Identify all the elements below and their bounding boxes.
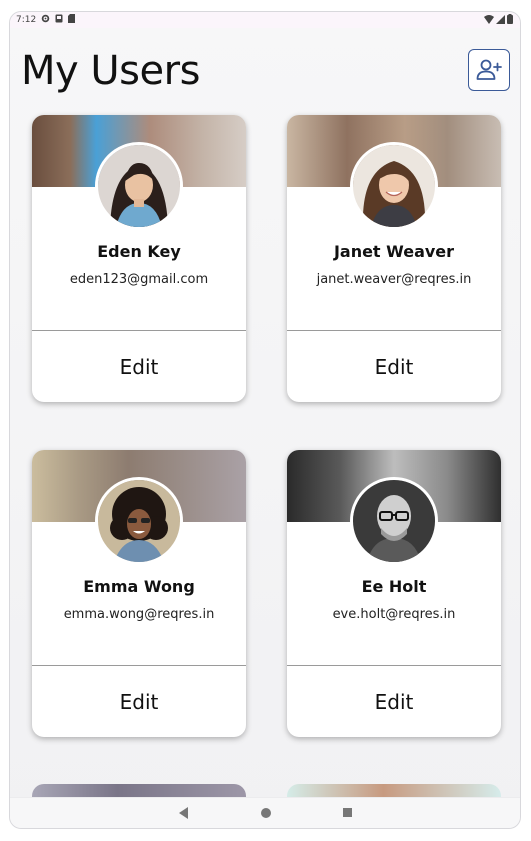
avatar (350, 142, 438, 230)
user-name: Emma Wong (83, 577, 195, 596)
user-name: Eden Key (97, 242, 181, 261)
status-bar: 7:12 (10, 12, 520, 28)
edit-button[interactable]: Edit (32, 331, 246, 402)
sd-card-icon (68, 14, 75, 23)
battery-icon (507, 14, 513, 24)
home-circle-icon[interactable] (261, 808, 271, 818)
notification-icon (55, 14, 63, 23)
signal-icon (496, 14, 505, 24)
user-name: Janet Weaver (333, 242, 455, 261)
edit-button[interactable]: Edit (287, 666, 501, 737)
user-card: Emma Wong emma.wong@reqres.in Edit (32, 450, 246, 737)
back-triangle-icon[interactable] (179, 807, 188, 819)
settings-icon (41, 14, 50, 23)
user-card: Ee Holt eve.holt@reqres.in Edit (287, 450, 501, 737)
user-email: emma.wong@reqres.in (63, 607, 215, 622)
edit-button[interactable]: Edit (32, 666, 246, 737)
avatar (350, 477, 438, 565)
avatar (95, 477, 183, 565)
wifi-icon (484, 14, 494, 24)
device-screen: 7:12 My Users Eden Key eden123@gmail.com… (9, 11, 521, 829)
person-add-icon (476, 59, 502, 80)
user-email: eden123@gmail.com (69, 272, 209, 287)
recent-square-icon[interactable] (343, 808, 352, 817)
user-name: Ee Holt (361, 577, 427, 596)
avatar (95, 142, 183, 230)
edit-button[interactable]: Edit (287, 331, 501, 402)
user-card: Eden Key eden123@gmail.com Edit (32, 115, 246, 402)
user-card: Janet Weaver janet.weaver@reqres.in Edit (287, 115, 501, 402)
add-user-button[interactable] (468, 49, 510, 91)
user-email: eve.holt@reqres.in (332, 607, 456, 622)
status-time: 7:12 (16, 15, 37, 25)
navigation-bar (10, 797, 520, 828)
page-title: My Users (21, 48, 200, 94)
user-email: janet.weaver@reqres.in (316, 272, 472, 287)
